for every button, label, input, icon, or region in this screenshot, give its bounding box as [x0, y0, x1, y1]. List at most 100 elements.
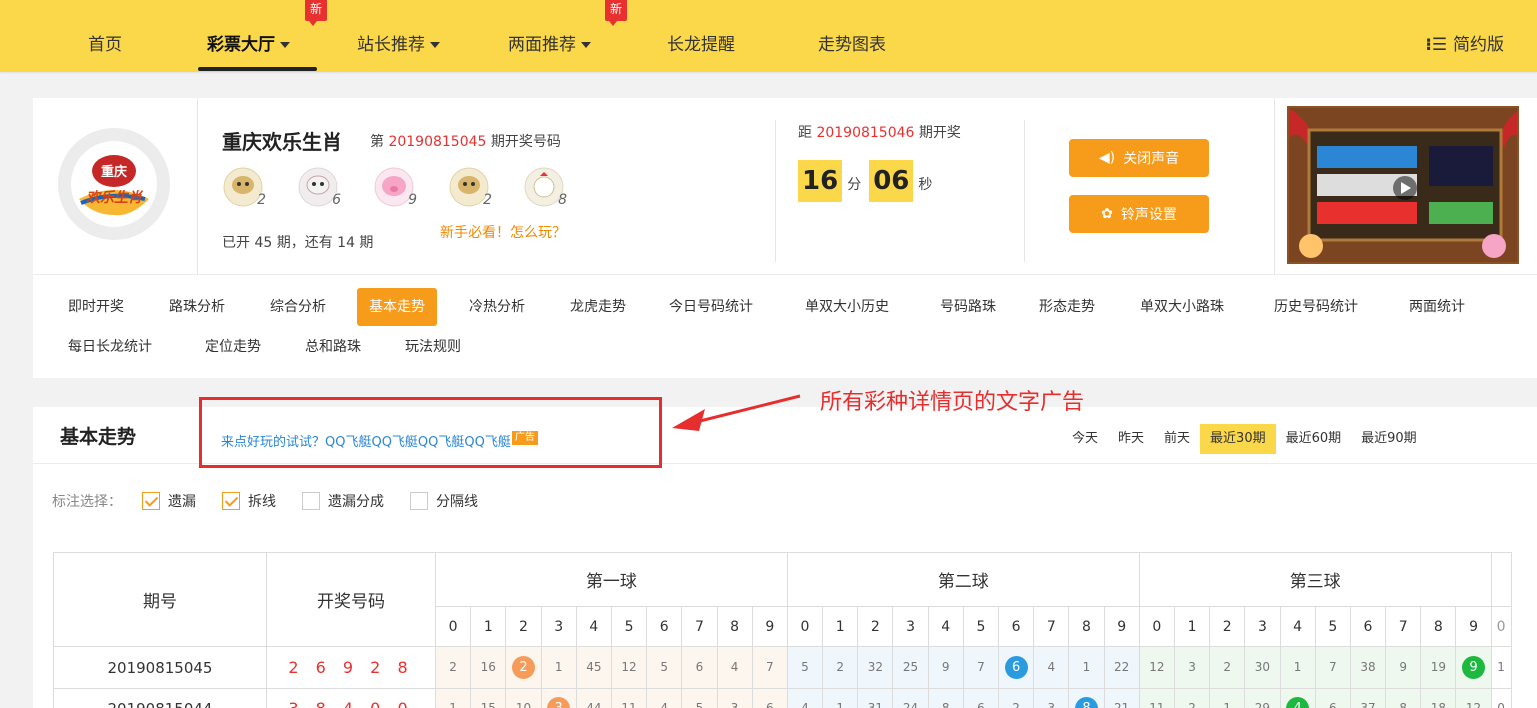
checkbox-checked-icon — [222, 492, 240, 510]
nav-webmaster-recommend[interactable]: 站长推荐 — [357, 30, 440, 55]
missing-count-cell: 37 — [1349, 688, 1387, 708]
missing-count: 8 — [1399, 701, 1407, 708]
missing-count: 15 — [480, 701, 496, 708]
tab-dragon-tiger-trend[interactable]: 龙虎走势 — [570, 288, 626, 326]
missing-count-cell: 12 — [610, 646, 648, 689]
next-draw-line: 距 20190815046 期开奖 — [798, 122, 961, 142]
missing-count-cell: 7 — [751, 646, 788, 689]
missing-count: 32 — [867, 660, 883, 674]
missing-count-cell: 2 — [1173, 688, 1211, 708]
nav-two-sides-recommend[interactable]: 两面推荐 — [508, 30, 591, 55]
missing-count: 2 — [1223, 660, 1232, 674]
missing-count-cell: 4 — [646, 688, 683, 708]
missing-count-cell: 38 — [1349, 646, 1387, 689]
mute-sound-button[interactable]: ◀) 关闭声音 — [1069, 139, 1209, 177]
tab-realtime-draw[interactable]: 即时开奖 — [68, 288, 124, 326]
nav-home[interactable]: 首页 — [88, 30, 122, 55]
period-today[interactable]: 今天 — [1062, 424, 1108, 454]
tab-basic-trend[interactable]: 基本走势 — [357, 288, 437, 326]
missing-count: 1 — [554, 660, 563, 674]
missing-count: 24 — [902, 701, 919, 708]
drawn-numbers-cell: 2 6 9 2 8 — [266, 646, 436, 689]
issue-cell: 20190815044 — [53, 688, 267, 708]
missing-count-cell: 22 — [1103, 646, 1140, 689]
tab-today-number-stats[interactable]: 今日号码统计 — [669, 288, 753, 326]
beginner-guide-link[interactable]: 新手必看！怎么玩？ — [440, 222, 566, 242]
missing-count: 4 — [1047, 660, 1056, 674]
mark-missing-checkbox[interactable]: 遗漏 — [142, 491, 196, 511]
nav-lottery-hall[interactable]: 彩票大厅 — [207, 30, 290, 55]
ringtone-settings-label: 铃声设置 — [1120, 207, 1177, 223]
missing-count: 0 — [1497, 701, 1505, 708]
period-last-30[interactable]: 最近30期 — [1200, 424, 1276, 454]
missing-count: 16 — [480, 660, 496, 674]
annotation-label: 所有彩种详情页的文字广告 — [820, 390, 1085, 415]
zodiac-number: 2 — [483, 192, 492, 208]
period-day-before[interactable]: 前天 — [1154, 424, 1200, 454]
tab-rules[interactable]: 玩法规则 — [405, 328, 461, 366]
nav-trend-charts[interactable]: 走势图表 — [818, 30, 886, 55]
digit-header: 8 — [716, 606, 753, 647]
tab-comprehensive-analysis[interactable]: 综合分析 — [270, 288, 326, 326]
missing-count: 7 — [1328, 660, 1337, 674]
digit-header: 1 — [822, 606, 859, 647]
missing-count-cell: 21 — [1103, 688, 1140, 708]
ringtone-settings-button[interactable]: ✿ 铃声设置 — [1069, 195, 1209, 233]
tab-pattern-trend[interactable]: 形态走势 — [1039, 288, 1095, 326]
missing-count-cell: 11 — [1138, 688, 1175, 708]
missing-count: 9 — [941, 660, 950, 674]
tab-history-number-stats[interactable]: 历史号码统计 — [1274, 288, 1358, 326]
missing-count: 18 — [1430, 701, 1446, 708]
draw-status: 已开 45 期，还有 14 期 — [222, 235, 374, 251]
tab-odd-even-road-bead[interactable]: 单双大小路珠 — [1140, 288, 1224, 326]
tab-hot-cold-analysis[interactable]: 冷热分析 — [469, 288, 525, 326]
tab-position-trend[interactable]: 定位走势 — [205, 328, 261, 366]
missing-count-cell: 1 — [1279, 646, 1316, 689]
tab-two-sides-stats[interactable]: 两面统计 — [1409, 288, 1465, 326]
missing-count: 37 — [1360, 701, 1376, 708]
intro-video-thumbnail[interactable] — [1287, 106, 1519, 264]
simple-mode-link[interactable]: ⁝☰ 简约版 — [1425, 30, 1504, 55]
logo-text-top: 重庆 — [100, 165, 127, 180]
missing-count-cell: 19 — [1420, 646, 1457, 689]
period-last-90[interactable]: 最近90期 — [1351, 424, 1427, 454]
missing-count: 11 — [1149, 701, 1165, 708]
missing-count: 1 — [1293, 660, 1302, 674]
hit-cell: 4 — [1279, 688, 1316, 708]
missing-count: 11 — [621, 701, 637, 708]
missing-count-cell: 5 — [681, 688, 718, 708]
missing-count-cell: 1 — [1068, 646, 1105, 689]
nav-long-dragon[interactable]: 长龙提醒 — [667, 30, 735, 55]
tab-odd-even-big-small-history[interactable]: 单双大小历史 — [805, 288, 889, 326]
mark-line-checkbox[interactable]: 拆线 — [222, 491, 276, 511]
missing-count: 22 — [1114, 660, 1130, 674]
period-yesterday[interactable]: 昨天 — [1108, 424, 1154, 454]
nav-lottery-hall-label: 彩票大厅 — [207, 35, 275, 55]
tab-daily-long-dragon-stats[interactable]: 每日长龙统计 — [68, 328, 152, 366]
tab-number-road-bead[interactable]: 号码路珠 — [940, 288, 996, 326]
new-badge: 新 — [605, 0, 627, 26]
missing-count: 3 — [730, 701, 739, 708]
missing-count-cell: 45 — [575, 646, 612, 689]
next-prefix: 距 — [798, 125, 812, 141]
missing-count-cell: 12 — [1138, 646, 1175, 689]
missing-count-cell: 32 — [857, 646, 894, 689]
gear-icon: ✿ — [1101, 206, 1113, 222]
tab-road-bead-analysis[interactable]: 路珠分析 — [169, 288, 225, 326]
tab-sum-road-bead[interactable]: 总和路珠 — [305, 328, 361, 366]
period-last-60[interactable]: 最近60期 — [1276, 424, 1352, 454]
missing-count-cell: 18 — [1420, 688, 1457, 708]
missing-count: 8 — [941, 701, 950, 708]
issue-suffix: 期开奖号码 — [490, 134, 561, 150]
missing-count-cell: 3 — [1173, 646, 1211, 689]
new-badge: 新 — [305, 0, 327, 26]
countdown-seconds: 06 — [869, 160, 914, 202]
mark-missing-split-checkbox[interactable]: 遗漏分成 — [302, 491, 384, 511]
logo-text-main: 欢乐生肖 — [86, 190, 142, 206]
missing-count: 7 — [765, 660, 774, 674]
missing-count-cell: 12 — [1455, 688, 1492, 708]
digit-header: 6 — [646, 606, 683, 647]
mark-separator-checkbox[interactable]: 分隔线 — [410, 491, 478, 511]
divider — [197, 98, 198, 274]
missing-count: 6 — [765, 701, 774, 708]
